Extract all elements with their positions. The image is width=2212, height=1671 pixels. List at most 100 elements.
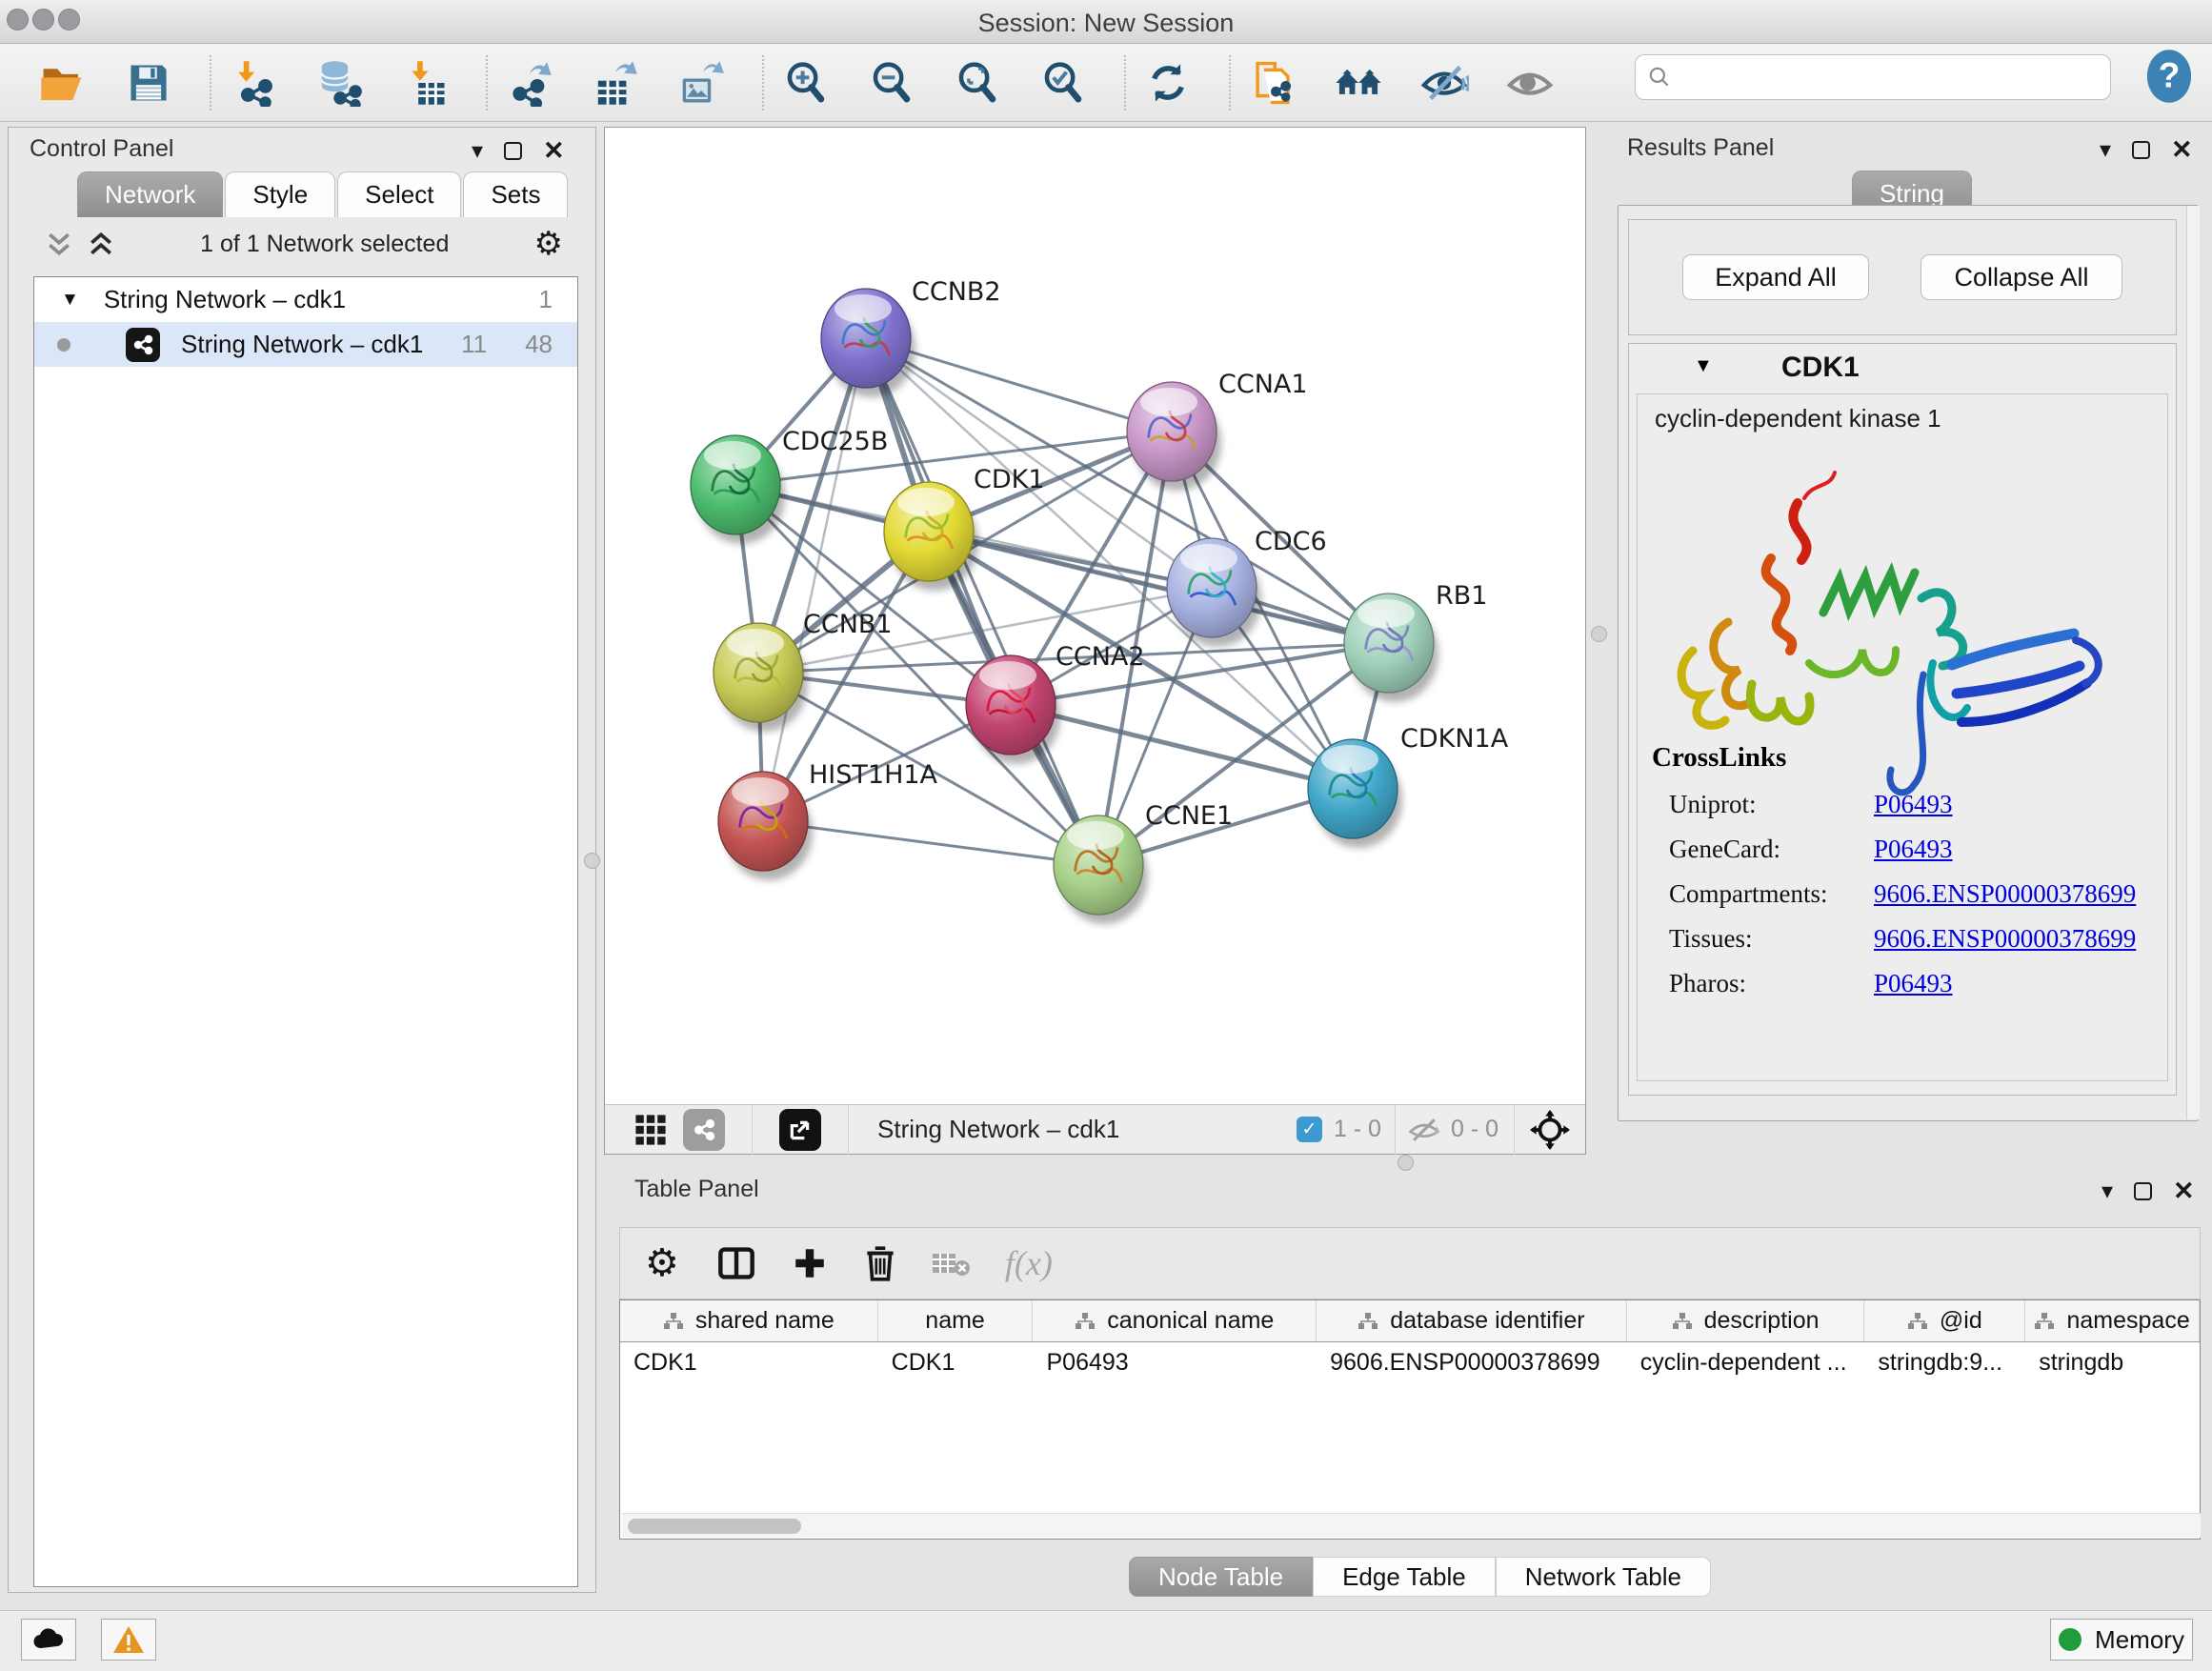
export-table-icon[interactable] (591, 56, 640, 110)
open-in-new-window-icon[interactable] (779, 1109, 821, 1151)
zoom-selected-icon[interactable] (1038, 56, 1088, 110)
table-hscrollbar-thumb[interactable] (628, 1519, 801, 1534)
create-column-plus-icon[interactable] (792, 1245, 828, 1281)
panel-menu-icon[interactable]: ▾ (2101, 1178, 2113, 1205)
panel-menu-icon[interactable]: ▾ (2100, 136, 2111, 164)
import-network-icon[interactable] (229, 56, 278, 110)
panel-close-icon[interactable]: ✕ (2173, 1178, 2195, 1204)
collapse-all-networks-icon[interactable] (45, 228, 73, 260)
network-node-CCNE1[interactable] (1054, 815, 1148, 924)
birds-eye-view-icon[interactable] (1530, 1110, 1570, 1150)
import-table-icon[interactable] (400, 56, 450, 110)
crosslink-link[interactable]: P06493 (1874, 790, 1953, 819)
network-node-CCNA2[interactable] (966, 655, 1060, 764)
column-header-description[interactable]: description (1627, 1300, 1865, 1341)
expand-all-networks-icon[interactable] (87, 228, 115, 260)
results-scrollbar[interactable] (2186, 206, 2200, 1119)
zoom-fit-icon[interactable] (953, 56, 1002, 110)
selected-checkbox-icon[interactable]: ✓ (1297, 1117, 1322, 1142)
tab-network-table[interactable]: Network Table (1496, 1557, 1711, 1597)
export-image-icon[interactable] (676, 56, 726, 110)
table-hscrollbar[interactable] (622, 1513, 2201, 1538)
window-title: Session: New Session (0, 9, 2212, 38)
cell--id[interactable]: stringdb:9... (1864, 1342, 2025, 1382)
expand-all-button[interactable]: Expand All (1682, 254, 1869, 300)
right-splitter-handle[interactable] (1591, 626, 1607, 642)
panel-float-icon[interactable] (2132, 141, 2150, 159)
network-options-gear-icon[interactable]: ⚙ (534, 225, 563, 263)
network-node-HIST1H1A[interactable] (718, 772, 813, 880)
crosslink-link[interactable]: P06493 (1874, 969, 1953, 998)
collection-expanded-icon[interactable]: ▼ (61, 290, 79, 311)
crosslink-link[interactable]: 9606.ENSP00000378699 (1874, 879, 2136, 909)
cloud-status-button[interactable] (21, 1619, 76, 1661)
network-collection-row[interactable]: ▼ String Network – cdk1 1 (34, 277, 577, 322)
column-header-canonical-name[interactable]: canonical name (1033, 1300, 1317, 1341)
network-node-CCNB1[interactable] (714, 623, 808, 732)
network-list[interactable]: ▼ String Network – cdk1 1 String Network… (33, 276, 578, 1587)
left-splitter-handle[interactable] (584, 853, 600, 869)
search-input[interactable] (1681, 64, 2099, 91)
clone-network-icon[interactable] (1248, 56, 1297, 110)
network-canvas[interactable]: CCNB2CCNA1CDC25BCDK1CDC6RB1CCNB1CCNA2CDK… (605, 128, 1585, 1104)
search-box[interactable] (1635, 54, 2111, 100)
network-edge-CCNB2-HIST1H1A[interactable] (763, 338, 866, 821)
network-row[interactable]: String Network – cdk1 11 48 (34, 322, 577, 367)
memory-button[interactable]: Memory (2050, 1619, 2193, 1661)
cell-namespace[interactable]: stringdb (2025, 1342, 2200, 1382)
save-session-icon[interactable] (124, 56, 173, 110)
network-node-RB1[interactable] (1344, 594, 1438, 702)
window-titlebar[interactable]: Session: New Session (0, 0, 2212, 44)
refresh-layout-icon[interactable] (1143, 56, 1193, 110)
column-header--id[interactable]: @id (1864, 1300, 2025, 1341)
panel-close-icon[interactable]: ✕ (2171, 137, 2193, 163)
tab-edge-table[interactable]: Edge Table (1313, 1557, 1496, 1597)
cell-database-identifier[interactable]: 9606.ENSP00000378699 (1317, 1342, 1627, 1382)
column-header-database-identifier[interactable]: database identifier (1317, 1300, 1627, 1341)
warning-status-button[interactable] (101, 1619, 156, 1661)
export-network-icon[interactable] (505, 56, 554, 110)
crosslink-link[interactable]: 9606.ENSP00000378699 (1874, 924, 2136, 954)
network-share-view-icon[interactable] (683, 1109, 725, 1151)
panel-close-icon[interactable]: ✕ (543, 138, 565, 164)
panel-menu-icon[interactable]: ▾ (472, 137, 483, 165)
open-session-icon[interactable] (38, 56, 88, 110)
tab-network[interactable]: Network (77, 171, 223, 217)
cell-canonical-name[interactable]: P06493 (1033, 1342, 1317, 1382)
import-network-from-database-icon[interactable] (314, 56, 364, 110)
network-node-CCNA1[interactable] (1127, 382, 1221, 491)
table-options-gear-icon[interactable]: ⚙ (645, 1241, 679, 1285)
network-node-CCNB2[interactable] (821, 289, 915, 397)
table-row[interactable]: CDK1CDK1P064939606.ENSP00000378699cyclin… (620, 1342, 2200, 1382)
tab-select[interactable]: Select (337, 171, 461, 217)
show-all-eye-icon[interactable] (1505, 56, 1555, 110)
column-header-name[interactable]: name (878, 1300, 1034, 1341)
panel-float-icon[interactable] (504, 142, 522, 160)
crosslink-link[interactable]: P06493 (1874, 835, 1953, 864)
show-columns-icon[interactable] (717, 1244, 755, 1282)
network-node-CDC25B[interactable] (691, 435, 785, 544)
hide-selected-eye-slash-icon[interactable] (1419, 56, 1469, 110)
collapse-all-button[interactable]: Collapse All (1920, 254, 2122, 300)
tab-style[interactable]: Style (225, 171, 335, 217)
delete-column-trash-icon[interactable] (862, 1244, 898, 1282)
bottom-splitter-handle[interactable] (1398, 1155, 1414, 1171)
network-node-CDKN1A[interactable] (1308, 739, 1402, 848)
zoom-in-icon[interactable] (781, 56, 831, 110)
help-button[interactable]: ? (2143, 46, 2195, 107)
cell-name[interactable]: CDK1 (878, 1342, 1034, 1382)
panel-float-icon[interactable] (2134, 1182, 2152, 1200)
column-header-shared-name[interactable]: shared name (620, 1300, 878, 1341)
grid-view-icon[interactable] (633, 1113, 668, 1147)
node-table[interactable]: shared namenamecanonical namedatabase id… (619, 1299, 2201, 1540)
first-neighbors-icon[interactable] (1334, 56, 1383, 110)
cell-description[interactable]: cyclin-dependent ... (1627, 1342, 1865, 1382)
network-edge-HIST1H1A-CCNE1[interactable] (763, 821, 1098, 865)
network-node-CDK1[interactable] (884, 482, 978, 591)
gene-expanded-icon[interactable]: ▼ (1694, 355, 1713, 377)
tab-node-table[interactable]: Node Table (1129, 1557, 1313, 1597)
tab-sets[interactable]: Sets (463, 171, 568, 217)
column-header-namespace[interactable]: namespace (2025, 1300, 2200, 1341)
zoom-out-icon[interactable] (867, 56, 916, 110)
cell-shared-name[interactable]: CDK1 (620, 1342, 878, 1382)
